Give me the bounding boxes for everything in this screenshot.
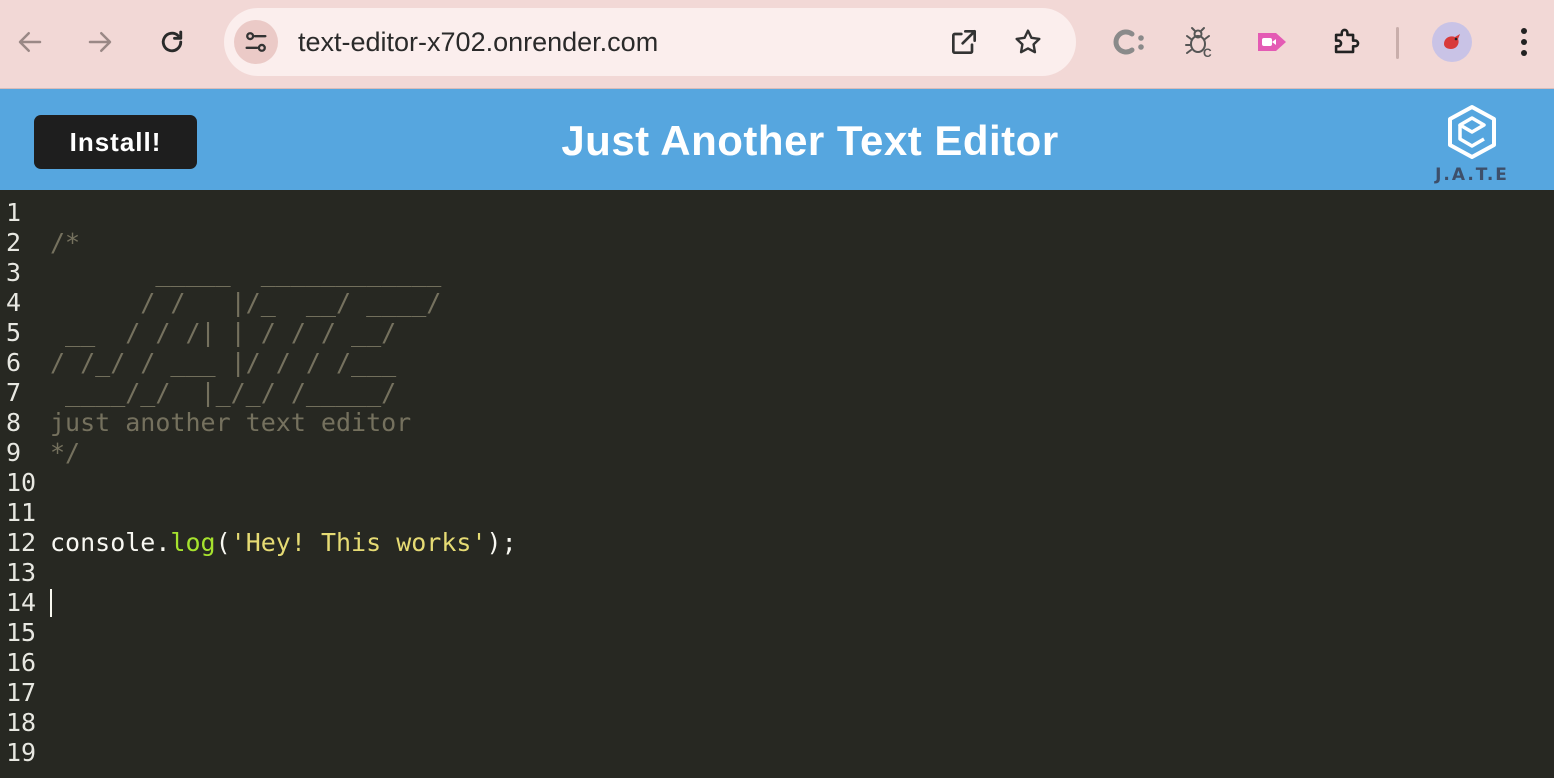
reload-button[interactable] bbox=[150, 20, 194, 64]
line-number: 12 bbox=[6, 528, 37, 557]
code-token: / / |/_ __/ ____/ bbox=[50, 288, 442, 317]
line-number: 14 bbox=[6, 588, 37, 617]
editor-line[interactable]: 2 /* bbox=[0, 228, 1554, 258]
line-code[interactable]: just another text editor bbox=[50, 408, 411, 438]
editor-line[interactable]: 1 bbox=[0, 198, 1554, 228]
reload-icon bbox=[161, 30, 183, 53]
address-bar[interactable]: text-editor-x702.onrender.com bbox=[224, 8, 1076, 76]
code-token: /* bbox=[50, 228, 81, 257]
app-title: Just Another Text Editor bbox=[561, 117, 1059, 164]
line-number: 10 bbox=[6, 468, 37, 497]
url-text[interactable]: text-editor-x702.onrender.com bbox=[298, 8, 658, 76]
line-number: 17 bbox=[6, 678, 37, 707]
code-token: __ / / /| | / / / __/ bbox=[50, 318, 397, 347]
editor-line[interactable]: 4 / / |/_ __/ ____/ bbox=[0, 288, 1554, 318]
cube-logo-icon bbox=[1448, 105, 1496, 159]
code-token: console. bbox=[50, 528, 171, 557]
bug-icon: C bbox=[1185, 27, 1212, 59]
line-number: 8 bbox=[6, 408, 22, 437]
app-header: Just Another Text Editor Install! J.A.T.… bbox=[0, 89, 1554, 190]
tune-icon bbox=[245, 32, 267, 52]
toolbar-separator bbox=[1396, 27, 1399, 59]
editor-line[interactable]: 11 bbox=[0, 498, 1554, 528]
svg-text:C: C bbox=[1203, 46, 1212, 59]
line-number: 16 bbox=[6, 648, 37, 677]
editor-line[interactable]: 3 _____ ____________ bbox=[0, 258, 1554, 288]
back-arrow-icon bbox=[18, 32, 42, 52]
bird-avatar-icon bbox=[1444, 34, 1460, 49]
line-number: 5 bbox=[6, 318, 22, 347]
install-button[interactable]: Install! bbox=[34, 115, 197, 169]
video-record-icon bbox=[1258, 33, 1286, 51]
editor-line[interactable]: 15 bbox=[0, 618, 1554, 648]
editor-line[interactable]: 18 bbox=[0, 708, 1554, 738]
code-token: _____ ____________ bbox=[50, 258, 442, 287]
open-external-icon bbox=[952, 30, 976, 54]
line-number: 6 bbox=[6, 348, 22, 377]
editor-line[interactable]: 16 bbox=[0, 648, 1554, 678]
kebab-menu-icon bbox=[1521, 28, 1527, 56]
line-number: 18 bbox=[6, 708, 37, 737]
editor-line[interactable]: 5 __ / / /| | / / / __/ bbox=[0, 318, 1554, 348]
extensions-button[interactable] bbox=[1322, 20, 1370, 64]
text-cursor bbox=[50, 589, 52, 617]
code-token: log bbox=[170, 528, 216, 557]
editor-line[interactable]: 14 bbox=[0, 588, 1554, 618]
editor-line[interactable]: 19 bbox=[0, 738, 1554, 768]
line-number: 2 bbox=[6, 228, 22, 257]
logo-text: J.A.T.E bbox=[1435, 165, 1509, 185]
code-token: 'Hey! This works' bbox=[230, 528, 487, 557]
editor-line[interactable]: 8 just another text editor bbox=[0, 408, 1554, 438]
line-code[interactable]: */ bbox=[50, 438, 80, 468]
line-number: 7 bbox=[6, 378, 22, 407]
code-token: just another text editor bbox=[50, 408, 412, 437]
profile-avatar[interactable] bbox=[1432, 22, 1472, 62]
line-code[interactable]: / /_/ / ___ |/ / / /___ bbox=[50, 348, 396, 378]
line-code[interactable]: console.log('Hey! This works'); bbox=[50, 528, 517, 558]
editor-line[interactable]: 17 bbox=[0, 678, 1554, 708]
jate-logo: J.A.T.E bbox=[1428, 103, 1516, 187]
extension-record-button[interactable] bbox=[1248, 20, 1296, 64]
line-code[interactable]: ____/_/ |_/_/ /_____/ bbox=[50, 378, 396, 408]
extension-bug-button[interactable]: C bbox=[1176, 20, 1224, 64]
line-code[interactable]: /* bbox=[50, 228, 80, 258]
line-number: 13 bbox=[6, 558, 37, 587]
editor-line[interactable]: 9 */ bbox=[0, 438, 1554, 468]
site-info-button[interactable] bbox=[234, 20, 278, 64]
editor-line[interactable]: 10 bbox=[0, 468, 1554, 498]
code-token: */ bbox=[50, 438, 81, 467]
c-dots-icon bbox=[1113, 29, 1144, 55]
line-code[interactable]: __ / / /| | / / / __/ bbox=[50, 318, 396, 348]
forward-arrow-icon bbox=[88, 32, 112, 52]
line-number: 19 bbox=[6, 738, 37, 767]
editor-line[interactable]: 13 bbox=[0, 558, 1554, 588]
editor-line[interactable]: 12 console.log('Hey! This works'); bbox=[0, 528, 1554, 558]
editor-line[interactable]: 7 ____/_/ |_/_/ /_____/ bbox=[0, 378, 1554, 408]
back-button[interactable] bbox=[8, 20, 52, 64]
line-number: 11 bbox=[6, 498, 37, 527]
line-number: 3 bbox=[6, 258, 22, 287]
bookmark-button[interactable] bbox=[1006, 20, 1050, 64]
code-token: ____/_/ |_/_/ /_____/ bbox=[50, 378, 397, 407]
puzzle-icon bbox=[1334, 28, 1360, 54]
browser-menu-button[interactable] bbox=[1502, 20, 1546, 64]
extension-c-button[interactable] bbox=[1104, 20, 1152, 64]
star-icon bbox=[1015, 29, 1041, 54]
code-editor[interactable]: 1 2/* 3 _____ ____________ 4 / / |/_ __/ __… bbox=[0, 190, 1554, 778]
line-number: 9 bbox=[6, 438, 22, 467]
editor-line[interactable]: 6 / /_/ / ___ |/ / / /___ bbox=[0, 348, 1554, 378]
code-token: / /_/ / ___ |/ / / /___ bbox=[50, 348, 397, 377]
line-number: 4 bbox=[6, 288, 22, 317]
line-number: 1 bbox=[6, 198, 22, 227]
code-token: ); bbox=[486, 528, 517, 557]
forward-button[interactable] bbox=[78, 20, 122, 64]
line-code[interactable]: _____ ____________ bbox=[50, 258, 441, 288]
browser-toolbar: text-editor-x702.onrender.com C bbox=[0, 0, 1554, 89]
line-number: 15 bbox=[6, 618, 37, 647]
line-code[interactable]: / / |/_ __/ ____/ bbox=[50, 288, 441, 318]
open-in-app-button[interactable] bbox=[942, 20, 986, 64]
code-token: ( bbox=[215, 528, 231, 557]
